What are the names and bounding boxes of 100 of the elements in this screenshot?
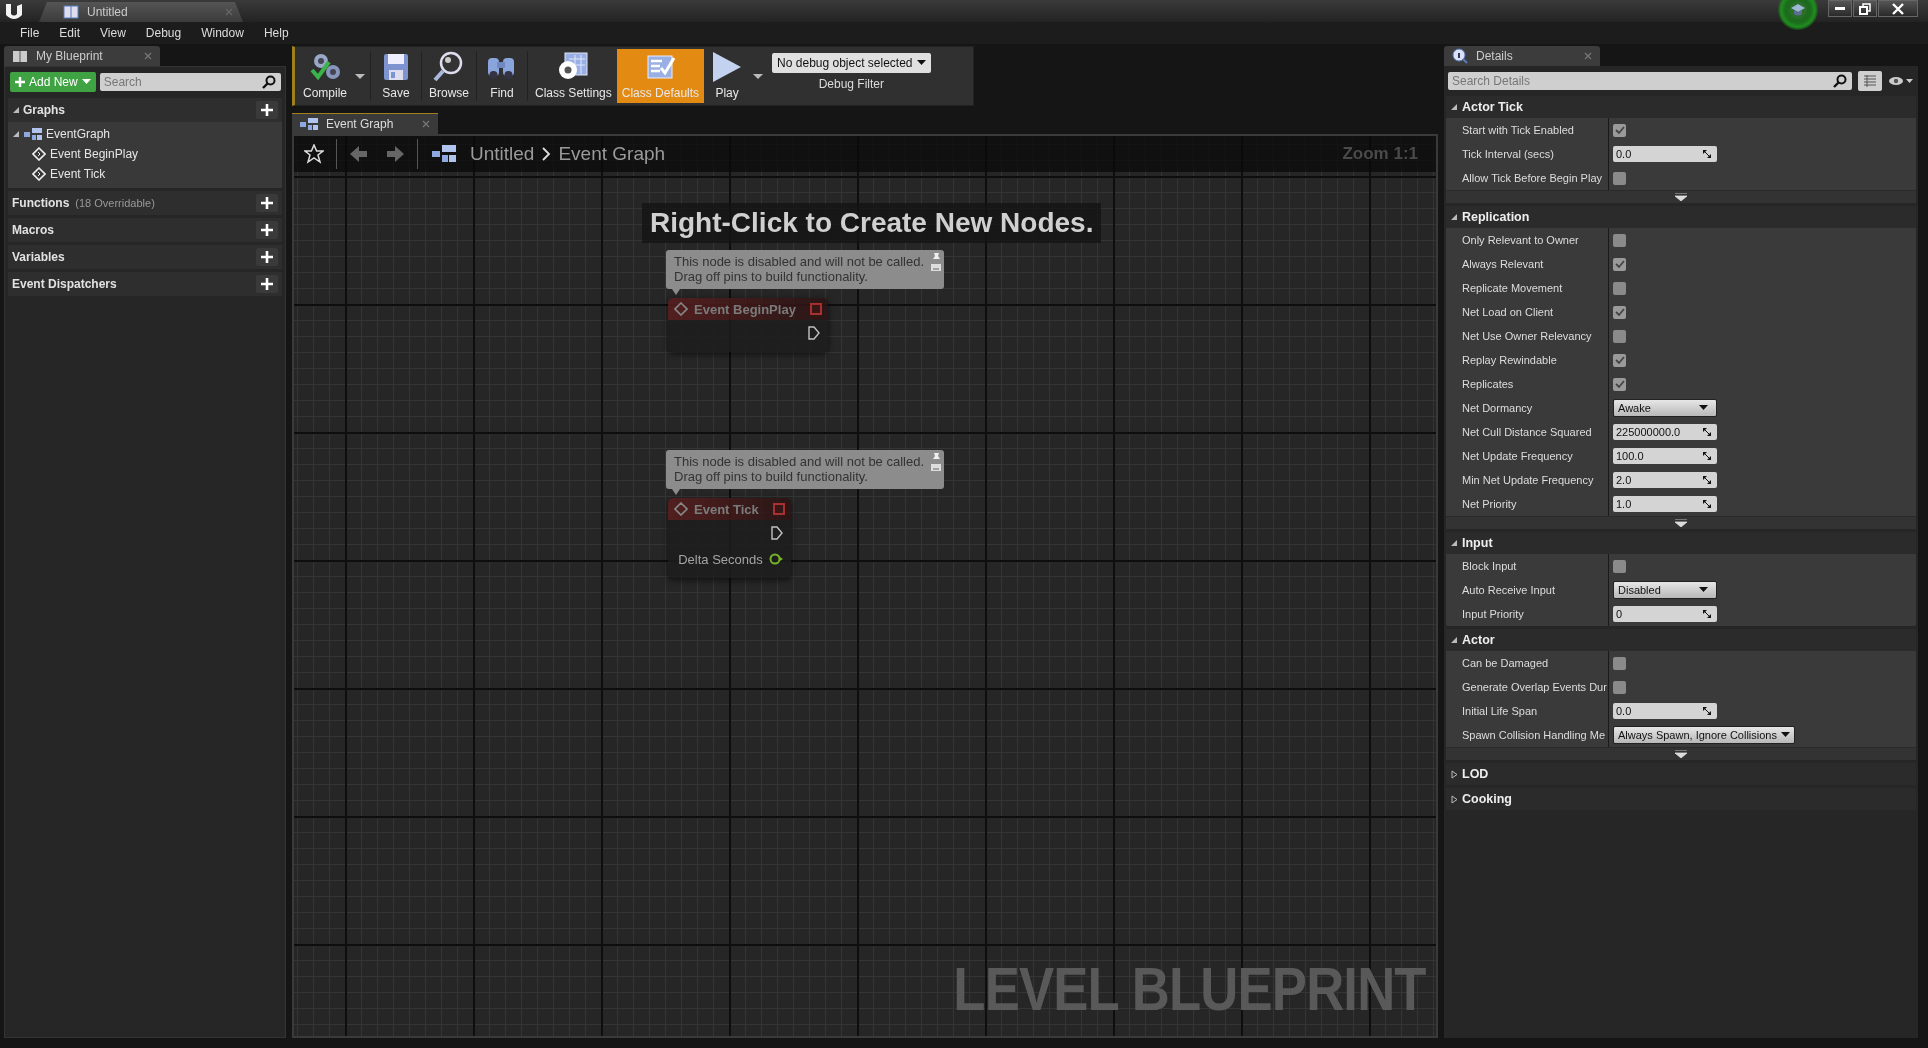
section-header[interactable]: Macros xyxy=(8,218,282,242)
advanced-toggle[interactable] xyxy=(1446,190,1916,203)
number-field[interactable]: 225000000.0 xyxy=(1613,424,1717,440)
dropdown[interactable]: Awake xyxy=(1613,399,1717,417)
property-label: Can be Damaged xyxy=(1446,651,1609,675)
menu-item[interactable]: Edit xyxy=(49,26,91,40)
checkbox[interactable] xyxy=(1613,305,1626,319)
close-icon[interactable] xyxy=(422,120,430,128)
restore-button[interactable] xyxy=(1853,0,1877,17)
property-label: Input Priority xyxy=(1446,602,1609,626)
graph-tab[interactable]: Event Graph xyxy=(292,113,438,134)
menu-item[interactable]: Debug xyxy=(135,26,192,40)
graph-icon xyxy=(432,145,456,163)
category-header[interactable]: Cooking xyxy=(1446,788,1916,810)
toolbar-button[interactable]: Browse xyxy=(424,49,475,103)
property-label: Tick Interval (secs) xyxy=(1446,142,1609,166)
toolbar-button[interactable]: Class Settings xyxy=(530,49,617,103)
checkbox[interactable] xyxy=(1613,171,1626,185)
add-button[interactable] xyxy=(256,221,278,239)
checkbox[interactable] xyxy=(1613,559,1626,573)
category-header[interactable]: Input xyxy=(1446,532,1916,554)
caret-icon xyxy=(1699,405,1708,411)
menu-item[interactable]: Window xyxy=(191,26,254,40)
info-icon xyxy=(1452,48,1468,64)
number-field[interactable]: 0.0 xyxy=(1613,146,1717,162)
advanced-toggle[interactable] xyxy=(1446,516,1916,529)
section-header[interactable]: Graphs xyxy=(8,98,282,122)
toolbar-button[interactable]: Play xyxy=(704,49,751,103)
breadcrumb-item[interactable]: Event Graph xyxy=(558,143,666,165)
eye-icon[interactable] xyxy=(1888,75,1914,87)
advanced-toggle[interactable] xyxy=(1446,747,1916,760)
menu-item[interactable]: File xyxy=(10,26,50,40)
cap-icon[interactable] xyxy=(1778,0,1818,30)
checkbox[interactable] xyxy=(1613,123,1626,137)
debug-object-dropdown[interactable]: No debug object selected xyxy=(772,53,931,73)
close-icon[interactable] xyxy=(1584,52,1592,60)
checkbox[interactable] xyxy=(1613,281,1626,295)
dropdown[interactable]: Disabled xyxy=(1613,581,1717,599)
category-header[interactable]: Actor Tick xyxy=(1446,96,1916,118)
tree-item[interactable]: EventGraph xyxy=(8,124,282,144)
checkbox[interactable] xyxy=(1613,353,1626,367)
category-header[interactable]: Replication xyxy=(1446,206,1916,228)
add-button[interactable] xyxy=(256,248,278,266)
comment-text: Drag off pins to build functionality. xyxy=(674,469,869,484)
expand-arrow-icon xyxy=(1675,750,1687,758)
toolbar-button[interactable]: Save xyxy=(373,49,419,103)
search-field[interactable]: Search xyxy=(99,73,281,91)
float-pin-icon xyxy=(768,553,783,565)
section-title: Event Dispatchers xyxy=(12,277,117,291)
panel-tab[interactable]: My Blueprint xyxy=(4,46,160,66)
section-header[interactable]: Functions (18 Overridable) xyxy=(8,191,282,215)
toolbar-button[interactable]: Find xyxy=(479,49,526,103)
exec-pin-icon xyxy=(770,526,783,540)
category-header[interactable]: Actor xyxy=(1446,629,1916,651)
minimize-button[interactable] xyxy=(1828,0,1852,17)
panel-tab[interactable]: Details xyxy=(1444,46,1600,66)
search-field[interactable]: Search Details xyxy=(1448,72,1852,90)
tree-item[interactable]: Event BeginPlay xyxy=(8,144,282,164)
add-button[interactable] xyxy=(256,275,278,293)
toolbar-button[interactable]: Compile xyxy=(298,49,352,103)
menu-item[interactable]: View xyxy=(90,26,136,40)
property-label: Generate Overlap Events Dur xyxy=(1446,675,1609,699)
property-label: Min Net Update Frequency xyxy=(1446,468,1609,492)
list-icon xyxy=(1863,74,1877,88)
expand-arrow-icon xyxy=(1675,519,1687,527)
menu-item[interactable]: Help xyxy=(253,26,299,40)
tree-item[interactable]: Event Tick xyxy=(8,164,282,184)
add-button[interactable] xyxy=(256,101,278,119)
number-field[interactable]: 2.0 xyxy=(1613,472,1717,488)
checkbox[interactable] xyxy=(1613,680,1626,694)
section-header[interactable]: Event Dispatchers xyxy=(8,272,282,296)
plus-icon xyxy=(15,77,25,87)
category-header[interactable]: LOD xyxy=(1446,763,1916,785)
document-tab[interactable]: Untitled xyxy=(39,2,243,22)
caret-icon xyxy=(916,60,926,66)
view-options-button[interactable] xyxy=(1858,71,1882,91)
add-button[interactable] xyxy=(256,194,278,212)
number-field[interactable]: 0 xyxy=(1613,606,1717,622)
checkbox[interactable] xyxy=(1613,377,1626,391)
breadcrumb-item[interactable]: Untitled xyxy=(470,143,535,165)
graph-canvas[interactable] xyxy=(292,134,1438,1038)
section-title: Functions xyxy=(12,196,70,210)
number-field[interactable]: 0.0 xyxy=(1613,703,1717,719)
chevron-icon xyxy=(540,145,553,163)
checkbox[interactable] xyxy=(1613,329,1626,343)
close-button[interactable] xyxy=(1878,0,1918,17)
number-field[interactable]: 1.0 xyxy=(1613,496,1717,512)
section-header[interactable]: Variables xyxy=(8,245,282,269)
number-field[interactable]: 100.0 xyxy=(1613,448,1717,464)
canvas-hint: Right-Click to Create New Nodes. xyxy=(642,203,1102,243)
left-arrow-icon xyxy=(349,144,369,164)
checkbox[interactable] xyxy=(1613,233,1626,247)
delegate-pin-icon xyxy=(809,303,822,315)
exec-pin-icon xyxy=(807,326,820,340)
diamond-icon xyxy=(674,302,688,316)
checkbox[interactable] xyxy=(1613,656,1626,670)
dropdown[interactable]: Always Spawn, Ignore Collisions xyxy=(1613,726,1795,744)
close-icon[interactable] xyxy=(144,52,152,60)
resize-icon xyxy=(1702,149,1712,159)
checkbox[interactable] xyxy=(1613,257,1626,271)
